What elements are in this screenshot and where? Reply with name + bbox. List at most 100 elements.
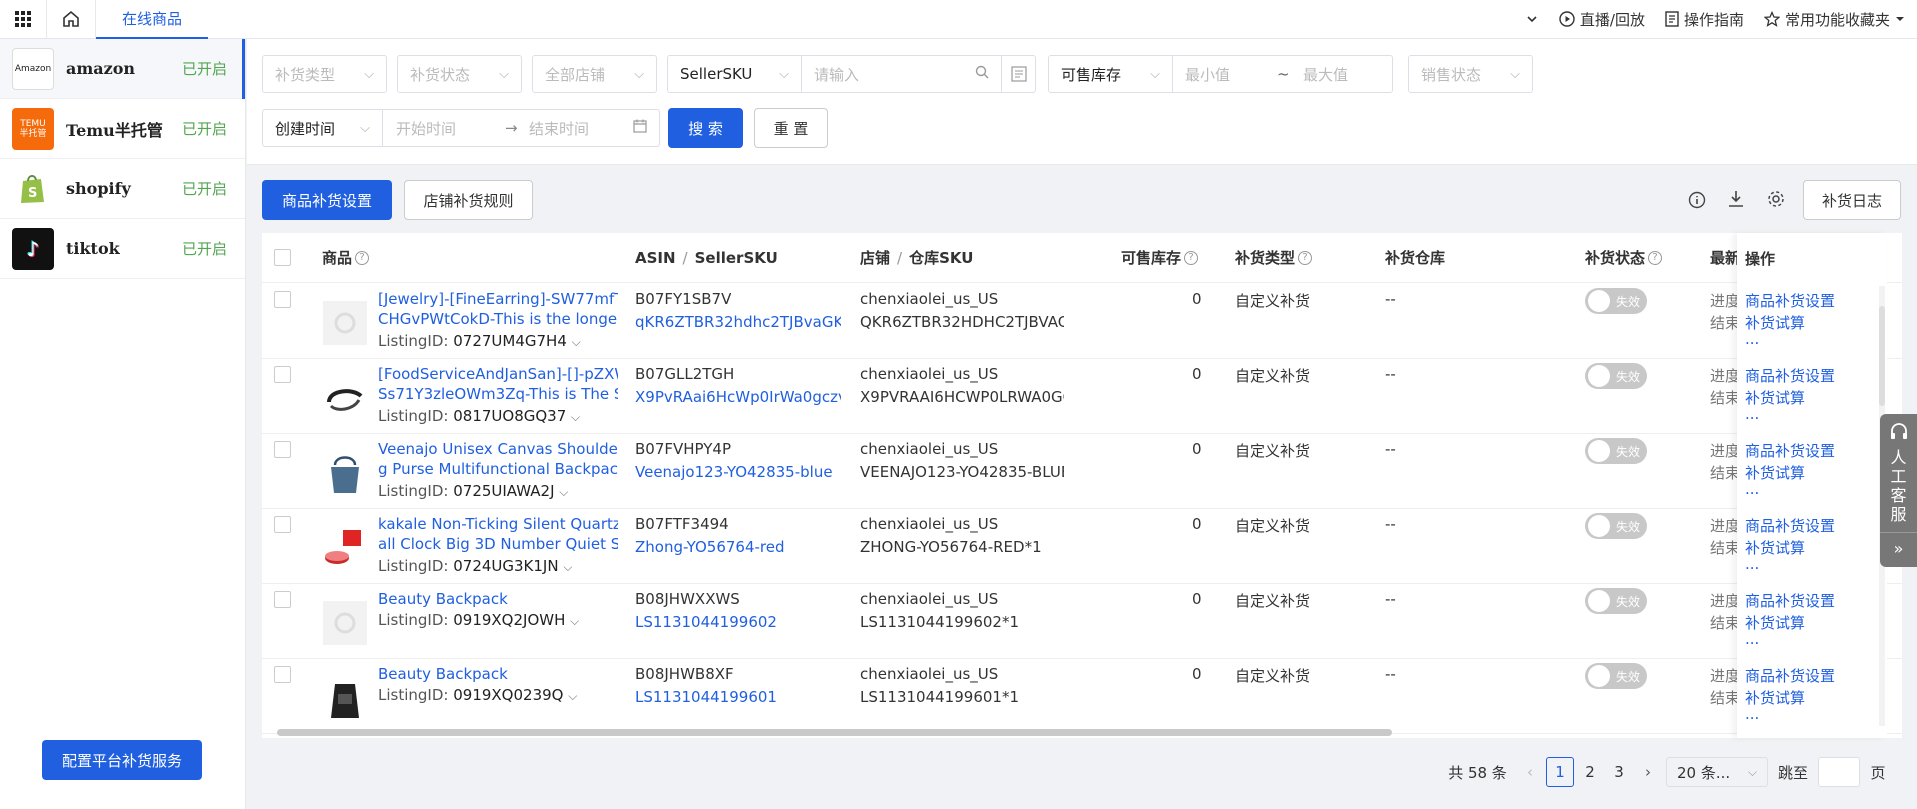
replenish-state-toggle[interactable]: 失效	[1585, 588, 1647, 614]
favorites-link[interactable]: 常用功能收藏夹	[1754, 9, 1917, 30]
seller-sku[interactable]: X9PvRAai6HcWp0IrWa0gczvtEI	[635, 388, 841, 406]
sku-search-input[interactable]: 请输入	[802, 55, 1002, 93]
seller-sku[interactable]: Veenajo123-YO42835-blue	[635, 463, 841, 481]
product-title-line2[interactable]: Ss71Y3zleOWm3Zq-This is The S...	[378, 385, 618, 403]
select-all-checkbox[interactable]	[274, 249, 291, 266]
goto-page-input[interactable]	[1818, 757, 1860, 787]
chevron-down-icon[interactable]	[1515, 12, 1549, 26]
more-actions-link[interactable]: ...	[1745, 482, 1835, 497]
batch-input-icon[interactable]	[1002, 55, 1036, 93]
chevron-down-icon[interactable]: ⌵	[571, 410, 580, 424]
product-title-line2[interactable]: g Purse Multifunctional Backpack ...	[378, 460, 618, 478]
chevron-down-icon[interactable]: ⌵	[572, 335, 581, 349]
help-icon[interactable]: ?	[1184, 250, 1199, 265]
date-range-picker[interactable]: 开始时间 → 结束时间	[383, 109, 660, 147]
row-checkbox[interactable]	[274, 516, 291, 533]
stock-type-select[interactable]: 可售库存 ⌵	[1048, 55, 1173, 93]
customer-service-widget[interactable]: 人工客服 »	[1880, 414, 1917, 567]
goods-setting-link[interactable]: 商品补货设置	[1745, 665, 1835, 687]
row-checkbox[interactable]	[274, 591, 291, 608]
reset-button[interactable]: 重 置	[754, 108, 828, 148]
replenish-state-select[interactable]: 补货状态 ⌵	[397, 55, 522, 93]
info-icon[interactable]	[1688, 191, 1706, 213]
more-actions-link[interactable]: ...	[1745, 707, 1835, 722]
replenish-state-toggle[interactable]: 失效	[1585, 288, 1647, 314]
chevron-down-icon[interactable]: ⌵	[559, 485, 568, 499]
help-icon[interactable]: ?	[355, 250, 370, 265]
header-label: 最新	[1710, 249, 1741, 267]
next-page-icon[interactable]: ›	[1638, 757, 1658, 787]
stock-range-input[interactable]: 最小值 ~ 最大值	[1173, 55, 1393, 93]
warehouse-sku: LS1131044199602*1	[860, 613, 1019, 631]
more-actions-link[interactable]: ...	[1745, 407, 1835, 422]
goods-setting-link[interactable]: 商品补货设置	[1745, 515, 1835, 537]
svg-text:S: S	[28, 186, 37, 201]
help-icon[interactable]: ?	[1298, 250, 1313, 265]
page-3[interactable]: 3	[1607, 757, 1631, 787]
shop-replenish-rules-button[interactable]: 店铺补货规则	[404, 180, 533, 220]
replenish-log-button[interactable]: 补货日志	[1803, 180, 1901, 220]
star-icon	[1763, 11, 1780, 27]
replenish-state-toggle[interactable]: 失效	[1585, 438, 1647, 464]
product-title-line2[interactable]: CHGvPWtCokD-This is the longes...	[378, 310, 618, 328]
product-title-line1[interactable]: Beauty Backpack	[378, 590, 618, 608]
end-label: 结束	[1710, 389, 1741, 407]
page-1[interactable]: 1	[1546, 757, 1574, 787]
settings-gear-icon[interactable]	[1767, 190, 1785, 212]
replenish-state-toggle[interactable]: 失效	[1585, 363, 1647, 389]
guide-link[interactable]: 操作指南	[1655, 9, 1754, 30]
platform-item-tiktok[interactable]: ♪ tiktok 已开启	[0, 219, 245, 279]
goods-replenish-setting-button[interactable]: 商品补货设置	[262, 180, 392, 220]
row-checkbox[interactable]	[274, 666, 291, 683]
goods-setting-link[interactable]: 商品补货设置	[1745, 365, 1835, 387]
replenish-state-toggle[interactable]: 失效	[1585, 663, 1647, 689]
help-icon[interactable]: ?	[1648, 250, 1663, 265]
home-icon[interactable]	[46, 0, 96, 39]
prev-page-icon[interactable]: ‹	[1520, 757, 1540, 787]
seller-sku[interactable]: LS1131044199602	[635, 613, 841, 631]
seller-sku[interactable]: qKR6ZTBR32hdhc2TJBvaGKB33	[635, 313, 841, 331]
sku-type-select[interactable]: SellerSKU ⌵	[667, 55, 802, 93]
shop-select[interactable]: 全部店铺 ⌵	[532, 55, 657, 93]
page-size-select[interactable]: 20 条... ⌵	[1666, 757, 1768, 787]
product-title-line1[interactable]: [Jewelry]-[FineEarring]-SW77mfTPS	[378, 290, 618, 308]
product-title-line1[interactable]: Veenajo Unisex Canvas Shoulder Ba	[378, 440, 618, 458]
more-actions-link[interactable]: ...	[1745, 632, 1835, 647]
product-title-line2[interactable]: all Clock Big 3D Number Quiet S...	[378, 535, 618, 553]
row-checkbox[interactable]	[274, 441, 291, 458]
tab-online-products[interactable]: 在线商品	[96, 0, 209, 39]
chevron-down-icon[interactable]: ⌵	[570, 614, 579, 628]
guide-label: 操作指南	[1683, 10, 1744, 29]
search-button[interactable]: 搜 索	[668, 108, 743, 148]
sales-state-select[interactable]: 销售状态 ⌵	[1408, 55, 1533, 93]
seller-sku[interactable]: LS1131044199601	[635, 688, 841, 706]
platform-item-amazon[interactable]: Amazon amazon 已开启	[0, 39, 245, 99]
download-icon[interactable]	[1727, 190, 1745, 212]
product-title-line1[interactable]: Beauty Backpack	[378, 665, 618, 683]
product-title-line1[interactable]: kakale Non-Ticking Silent Quartz W	[378, 515, 618, 533]
row-checkbox[interactable]	[274, 291, 291, 308]
seller-sku[interactable]: Zhong-YO56764-red	[635, 538, 841, 556]
goods-setting-link[interactable]: 商品补货设置	[1745, 290, 1835, 312]
stock-value: 0	[1192, 665, 1202, 683]
platform-item-shopify[interactable]: S shopify 已开启	[0, 159, 245, 219]
goods-setting-link[interactable]: 商品补货设置	[1745, 590, 1835, 612]
config-platform-service-button[interactable]: 配置平台补货服务	[42, 740, 202, 780]
replenish-state-toggle[interactable]: 失效	[1585, 513, 1647, 539]
product-title-line1[interactable]: [FoodServiceAndJanSan]-[]-pZXW9	[378, 365, 618, 383]
platform-item-temu[interactable]: TEMU 半托管 Temu半托管 已开启	[0, 99, 245, 159]
goods-setting-link[interactable]: 商品补货设置	[1745, 440, 1835, 462]
more-actions-link[interactable]: ...	[1745, 332, 1835, 347]
live-replay-link[interactable]: 直播/回放	[1549, 9, 1655, 30]
time-type-select[interactable]: 创建时间 ⌵	[262, 109, 383, 147]
page-2[interactable]: 2	[1578, 757, 1602, 787]
chevron-down-icon[interactable]: ⌵	[568, 689, 577, 703]
collapse-icon[interactable]: »	[1880, 532, 1917, 558]
chevron-down-icon: ⌵	[1510, 66, 1520, 82]
replenish-type-select[interactable]: 补货类型 ⌵	[262, 55, 387, 93]
apps-grid-icon[interactable]	[0, 0, 46, 39]
more-actions-link[interactable]: ...	[1745, 557, 1835, 572]
chevron-down-icon[interactable]: ⌵	[563, 560, 572, 574]
horizontal-scrollbar[interactable]	[277, 729, 1392, 736]
row-checkbox[interactable]	[274, 366, 291, 383]
